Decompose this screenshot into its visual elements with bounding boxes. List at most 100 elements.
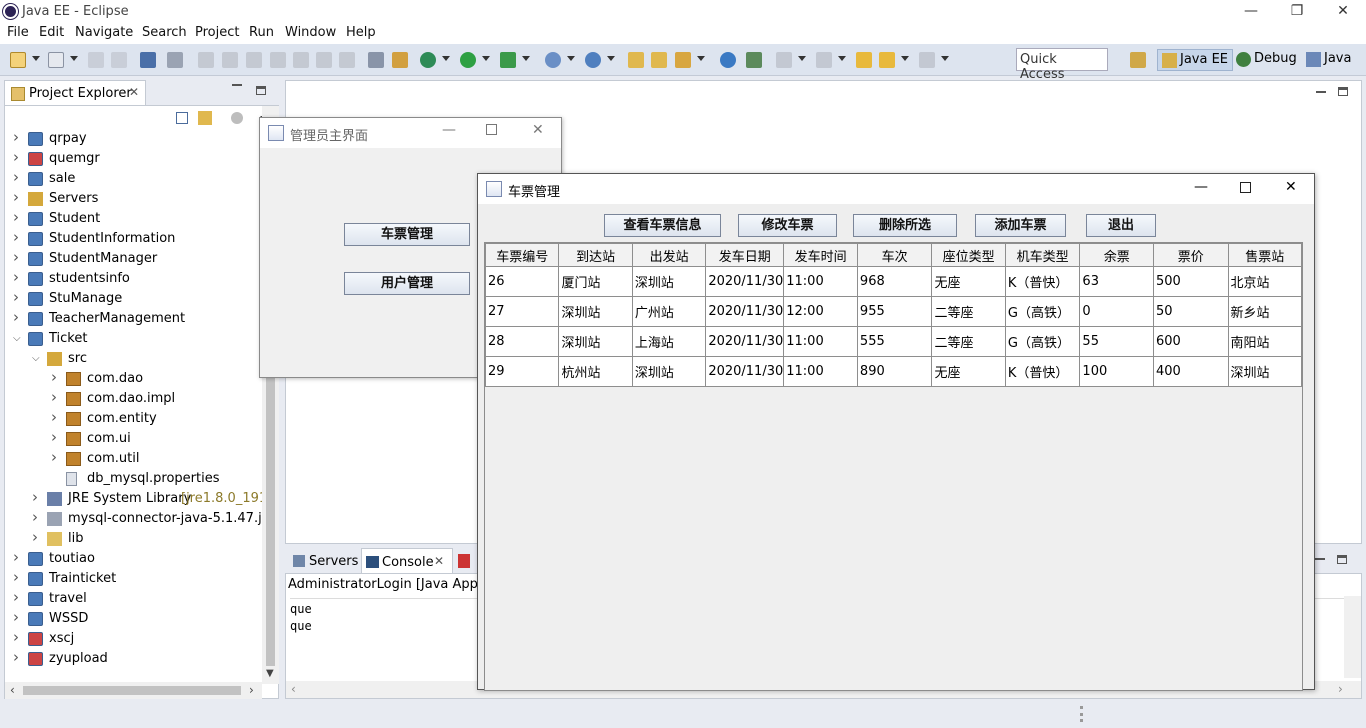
chevron-right-icon[interactable]: › bbox=[32, 488, 38, 506]
menu-help[interactable]: Help bbox=[346, 25, 376, 40]
skip-breakpoints-icon[interactable] bbox=[167, 52, 183, 68]
chevron-right-icon[interactable]: › bbox=[13, 308, 19, 326]
chevron-right-icon[interactable]: › bbox=[13, 228, 19, 246]
chevron-right-icon[interactable]: › bbox=[13, 288, 19, 306]
delete-selected-button[interactable]: 删除所选 bbox=[853, 214, 957, 237]
minimize-icon[interactable] bbox=[1316, 91, 1326, 93]
chevron-right-icon[interactable]: › bbox=[13, 188, 19, 206]
admin-window-titlebar[interactable]: 管理员主界面 — ✕ bbox=[260, 118, 561, 148]
table-cell[interactable]: 29 bbox=[484, 356, 560, 387]
edit-ticket-button[interactable]: 修改车票 bbox=[738, 214, 837, 237]
chevron-right-icon[interactable]: › bbox=[13, 168, 19, 186]
table-cell[interactable]: 南阳站 bbox=[1227, 326, 1302, 357]
menu-file[interactable]: File bbox=[7, 25, 29, 40]
table-cell[interactable]: 26 bbox=[484, 266, 560, 297]
table-cell[interactable]: 厦门站 bbox=[558, 266, 633, 297]
chevron-down-icon[interactable] bbox=[32, 56, 40, 61]
console-icon[interactable] bbox=[140, 52, 156, 68]
terminate-icon[interactable] bbox=[246, 52, 262, 68]
minimize-button[interactable]: — bbox=[1194, 179, 1208, 195]
table-cell[interactable]: 上海站 bbox=[631, 326, 707, 357]
maximize-icon[interactable] bbox=[256, 86, 266, 95]
table-cell[interactable]: 890 bbox=[856, 356, 933, 387]
suspend-icon[interactable] bbox=[222, 52, 238, 68]
table-cell[interactable]: 11:00 bbox=[783, 356, 858, 387]
table-cell[interactable]: 深圳站 bbox=[631, 266, 707, 297]
table-cell[interactable]: 北京站 bbox=[1227, 266, 1302, 297]
table-cell[interactable]: 2020/11/30 bbox=[705, 296, 785, 327]
chevron-down-icon[interactable] bbox=[442, 56, 450, 61]
table-cell[interactable]: 2020/11/30 bbox=[705, 266, 785, 297]
web-browser-icon[interactable] bbox=[720, 52, 736, 68]
scroll-down-icon[interactable]: ▼ bbox=[266, 668, 274, 679]
use-step-filters-icon[interactable] bbox=[392, 52, 408, 68]
debug-icon[interactable] bbox=[420, 52, 436, 68]
table-cell[interactable]: 深圳站 bbox=[631, 356, 707, 387]
table-cell[interactable]: 新乡站 bbox=[1227, 296, 1302, 327]
scrollbar-thumb[interactable] bbox=[23, 686, 241, 695]
open-type-icon[interactable] bbox=[628, 52, 644, 68]
minimize-button[interactable]: — bbox=[442, 122, 456, 138]
column-header[interactable]: 票价 bbox=[1152, 243, 1229, 267]
quick-access-input[interactable]: Quick Access bbox=[1016, 48, 1108, 82]
table-cell[interactable]: G（高铁） bbox=[1004, 296, 1081, 327]
table-cell[interactable]: 0 bbox=[1079, 296, 1154, 327]
problems-icon[interactable] bbox=[458, 554, 470, 568]
save-icon[interactable] bbox=[88, 52, 104, 68]
table-cell[interactable]: 955 bbox=[856, 296, 933, 327]
project-explorer-tab[interactable]: Project Explorer ✕ bbox=[4, 80, 146, 106]
chevron-down-icon[interactable]: ⌵ bbox=[32, 353, 40, 364]
annotation-icon[interactable] bbox=[746, 52, 762, 68]
table-cell[interactable]: K（普快） bbox=[1004, 356, 1081, 387]
chevron-right-icon[interactable]: › bbox=[13, 248, 19, 266]
maximize-icon[interactable] bbox=[1337, 555, 1347, 564]
table-cell[interactable]: 2020/11/30 bbox=[705, 356, 785, 387]
table-cell[interactable]: 968 bbox=[856, 266, 933, 297]
chevron-right-icon[interactable]: › bbox=[51, 368, 57, 386]
chevron-right-icon[interactable]: › bbox=[51, 388, 57, 406]
column-header[interactable]: 座位类型 bbox=[931, 243, 1006, 267]
step-return-icon[interactable] bbox=[339, 52, 355, 68]
table-row[interactable]: 28 深圳站 上海站 2020/11/30 11:00 555 二等座 G（高铁） 55 600 南… bbox=[484, 326, 1302, 357]
chevron-right-icon[interactable]: › bbox=[13, 268, 19, 286]
table-cell[interactable]: 28 bbox=[484, 326, 560, 357]
prev-annotation-icon[interactable] bbox=[816, 52, 832, 68]
chevron-down-icon[interactable] bbox=[838, 56, 846, 61]
menu-project[interactable]: Project bbox=[195, 25, 239, 40]
column-header[interactable]: 出发站 bbox=[631, 243, 707, 267]
forward-icon[interactable] bbox=[919, 52, 935, 68]
table-cell[interactable]: 63 bbox=[1079, 266, 1154, 297]
close-button[interactable]: ✕ bbox=[1320, 0, 1366, 24]
table-cell[interactable]: 500 bbox=[1152, 266, 1229, 297]
minimize-icon[interactable] bbox=[232, 84, 242, 86]
scroll-left-icon[interactable]: ‹ bbox=[10, 683, 15, 697]
table-row[interactable]: 27 深圳站 广州站 2020/11/30 12:00 955 二等座 G（高铁） 0 50 新乡站 bbox=[484, 296, 1302, 327]
column-header[interactable]: 余票 bbox=[1079, 243, 1154, 267]
table-cell[interactable]: 27 bbox=[484, 296, 560, 327]
table-cell[interactable]: 广州站 bbox=[631, 296, 707, 327]
chevron-down-icon[interactable] bbox=[901, 56, 909, 61]
step-into-icon[interactable] bbox=[293, 52, 309, 68]
open-perspective-icon[interactable] bbox=[1130, 52, 1146, 68]
table-cell[interactable]: 二等座 bbox=[931, 326, 1006, 357]
chevron-right-icon[interactable]: › bbox=[32, 508, 38, 526]
collapse-all-icon[interactable] bbox=[176, 112, 188, 124]
save-all-icon[interactable] bbox=[111, 52, 127, 68]
maximize-button[interactable] bbox=[1240, 182, 1251, 193]
close-button[interactable]: ✕ bbox=[1285, 179, 1297, 195]
table-cell[interactable]: 深圳站 bbox=[1227, 356, 1302, 387]
column-header[interactable]: 发车时间 bbox=[783, 243, 858, 267]
search-icon[interactable] bbox=[675, 52, 691, 68]
column-header[interactable]: 售票站 bbox=[1227, 243, 1302, 267]
chevron-down-icon[interactable]: ⌵ bbox=[13, 333, 21, 344]
restore-button[interactable]: ❐ bbox=[1274, 0, 1320, 24]
table-cell[interactable]: 12:00 bbox=[783, 296, 858, 327]
maximize-icon[interactable] bbox=[1338, 87, 1348, 96]
table-cell[interactable]: 无座 bbox=[931, 356, 1006, 387]
table-row[interactable]: 29 杭州站 深圳站 2020/11/30 11:00 890 无座 K（普快） 100 400 深… bbox=[484, 356, 1302, 387]
chevron-down-icon[interactable] bbox=[567, 56, 575, 61]
perspective-java[interactable]: Java bbox=[1302, 49, 1355, 71]
chevron-down-icon[interactable] bbox=[70, 56, 78, 61]
column-header[interactable]: 车次 bbox=[856, 243, 933, 267]
close-button[interactable]: ✕ bbox=[532, 122, 544, 138]
